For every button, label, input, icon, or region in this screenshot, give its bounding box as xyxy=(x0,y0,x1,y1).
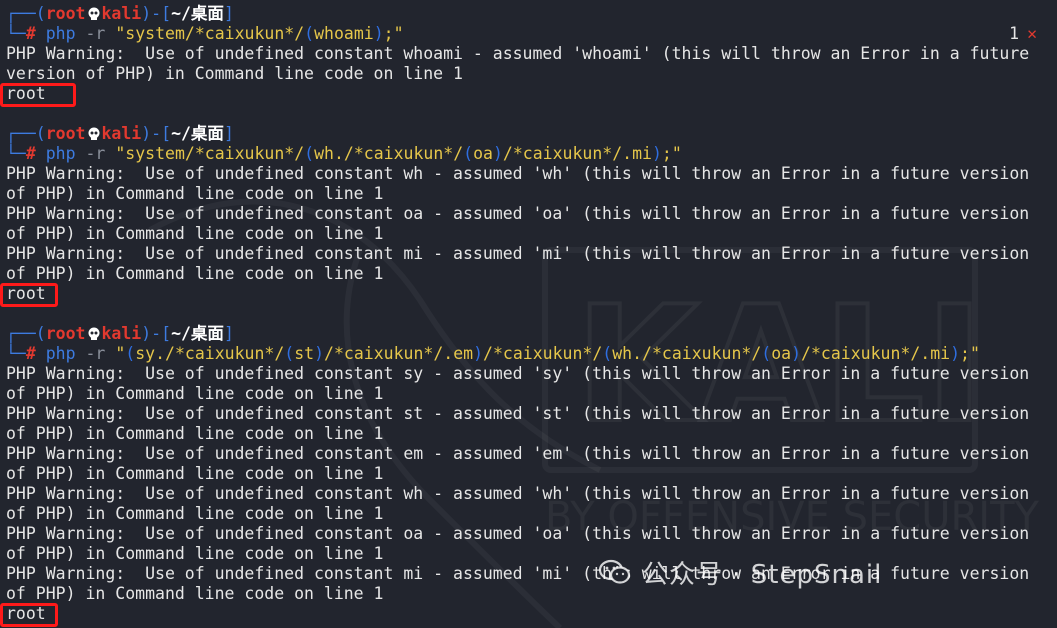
wechat-icon xyxy=(598,559,631,584)
command-name: php xyxy=(45,24,76,43)
result-highlight-box xyxy=(0,83,76,107)
prompt-sep: )-[ xyxy=(141,324,172,343)
result-highlight-box xyxy=(0,283,58,307)
prompt-corner: ┌──( xyxy=(6,124,46,143)
output-line: of PHP) in Command line code on line 1 xyxy=(6,424,384,443)
prompt-header: ┌──(root kali)-[~/桌面] xyxy=(6,124,234,144)
prompt-symbol: # xyxy=(25,24,36,43)
command-name: php xyxy=(45,144,76,163)
prompt-user: root xyxy=(45,324,86,343)
prompt-sep: )-[ xyxy=(141,124,172,143)
prompt-host: kali xyxy=(101,124,142,143)
prompt-corner: └─ xyxy=(6,344,26,363)
prompt-path: ~/桌面 xyxy=(171,324,224,343)
output-line: PHP Warning: Use of undefined constant o… xyxy=(6,204,1030,223)
prompt-user: root xyxy=(45,4,86,23)
output-line: of PHP) in Command line code on line 1 xyxy=(6,464,384,483)
output-line: PHP Warning: Use of undefined constant e… xyxy=(6,444,1030,463)
result-highlight-box xyxy=(0,603,58,627)
prompt-symbol: # xyxy=(25,344,36,363)
output-line: PHP Warning: Use of undefined constant s… xyxy=(6,364,1030,383)
skull-icon xyxy=(88,7,99,20)
command-name: php xyxy=(45,344,76,363)
command-line[interactable]: └─# php -r "(sy./*caixukun*/(st)/*caixuk… xyxy=(6,344,980,364)
exit-code: 1 xyxy=(1009,24,1020,43)
command-flag: -r xyxy=(85,24,106,43)
wechat-watermark: 公众号 · StepSnail xyxy=(598,552,882,592)
output-line: of PHP) in Command line code on line 1 xyxy=(6,184,384,203)
skull-icon xyxy=(88,127,99,140)
prompt-corner: ┌──( xyxy=(6,4,46,23)
output-line: PHP Warning: Use of undefined constant w… xyxy=(6,484,1030,503)
prompt-header: ┌──(root kali)-[~/桌面] xyxy=(6,4,234,24)
output-line: PHP Warning: Use of undefined constant o… xyxy=(6,524,1030,543)
command-argument: "(sy./*caixukun*/(st)/*caixukun*/.em)/*c… xyxy=(115,344,980,363)
output-line: PHP Warning: Use of undefined constant s… xyxy=(6,404,1030,423)
prompt-sep: )-[ xyxy=(141,4,172,23)
prompt-host: kali xyxy=(101,4,142,23)
output-line: of PHP) in Command line code on line 1 xyxy=(6,264,384,283)
command-line[interactable]: └─# php -r "system/*caixukun*/(whoami);" xyxy=(6,24,404,44)
prompt-close: ] xyxy=(223,324,234,343)
output-line: PHP Warning: Use of undefined constant w… xyxy=(6,164,1030,183)
output-line: PHP Warning: Use of undefined constant w… xyxy=(6,44,1030,63)
command-flag: -r xyxy=(85,344,106,363)
output-line: of PHP) in Command line code on line 1 xyxy=(6,544,384,563)
output-line: of PHP) in Command line code on line 1 xyxy=(6,384,384,403)
prompt-path: ~/桌面 xyxy=(171,4,224,23)
command-line[interactable]: └─# php -r "system/*caixukun*/(wh./*caix… xyxy=(6,144,682,164)
prompt-corner: └─ xyxy=(6,24,26,43)
output-line: version of PHP) in Command line code on … xyxy=(6,64,463,83)
output-line: of PHP) in Command line code on line 1 xyxy=(6,224,384,243)
command-argument: "system/*caixukun*/(whoami);" xyxy=(115,24,404,43)
terminal-window[interactable]: KALI BY OFFENSIVE SECURITY ┌──(root kali)… xyxy=(0,0,1057,628)
prompt-symbol: # xyxy=(25,144,36,163)
wechat-watermark-text: 公众号 · StepSnail xyxy=(642,559,883,590)
prompt-path: ~/桌面 xyxy=(171,124,224,143)
prompt-corner: └─ xyxy=(6,144,26,163)
error-mark-icon: ✕ xyxy=(1027,24,1037,43)
command-flag: -r xyxy=(85,144,106,163)
prompt-close: ] xyxy=(223,124,234,143)
command-argument: "system/*caixukun*/(wh./*caixukun*/(oa)/… xyxy=(115,144,682,163)
prompt-corner: ┌──( xyxy=(6,324,46,343)
output-line: PHP Warning: Use of undefined constant m… xyxy=(6,244,1030,263)
output-line: of PHP) in Command line code on line 1 xyxy=(6,504,384,523)
prompt-user: root xyxy=(45,124,86,143)
skull-icon xyxy=(88,327,99,340)
prompt-close: ] xyxy=(223,4,234,23)
prompt-host: kali xyxy=(101,324,142,343)
right-prompt-status: 1 ✕ xyxy=(1009,24,1037,44)
prompt-header: ┌──(root kali)-[~/桌面] xyxy=(6,324,234,344)
output-line: of PHP) in Command line code on line 1 xyxy=(6,584,384,603)
